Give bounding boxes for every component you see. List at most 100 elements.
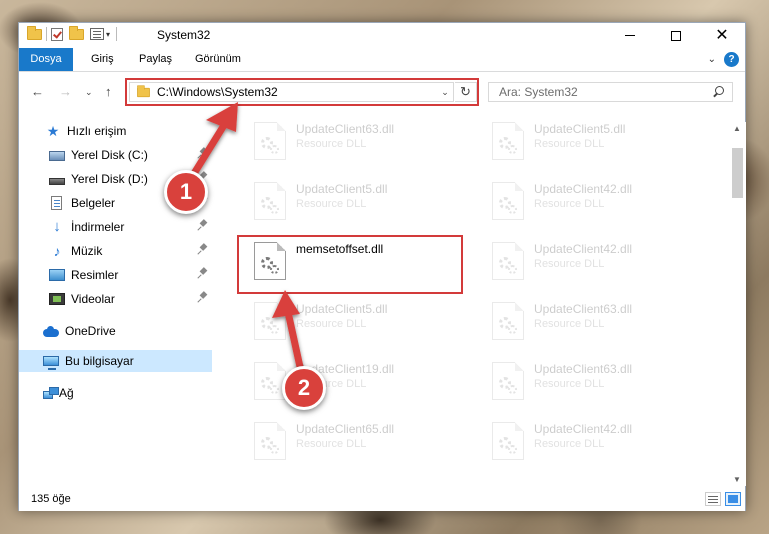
gear-icon [508, 325, 517, 334]
file-name: UpdateClient5.dll [296, 302, 388, 316]
sidebar-item-label: OneDrive [65, 324, 116, 338]
gear-icon [508, 445, 517, 454]
sidebar-item-label: Bu bilgisayar [65, 354, 134, 368]
list-item[interactable]: UpdateClient5.dll Resource DLL [248, 178, 478, 228]
search-icon[interactable] [710, 84, 726, 100]
pin-icon[interactable] [198, 244, 208, 256]
quick-access-toolbar: ▾ [27, 25, 121, 41]
sidebar-item-label: Belgeler [71, 196, 116, 210]
sidebar-item-label: İndirmeler [71, 220, 125, 234]
properties-check-icon[interactable] [51, 27, 63, 41]
sidebar-item-onedrive[interactable]: OneDrive [19, 320, 212, 342]
file-description: Resource DLL [296, 438, 367, 450]
up-arrow-icon[interactable]: ↑ [105, 84, 112, 99]
list-item[interactable]: UpdateClient42.dll Resource DLL [486, 178, 716, 228]
large-icons-view-icon[interactable] [725, 492, 741, 506]
toolbar-divider [46, 27, 47, 41]
dll-file-icon [254, 122, 286, 160]
dll-file-icon [492, 122, 524, 160]
pin-icon[interactable] [198, 148, 208, 160]
recent-locations-icon[interactable]: ⌄ [85, 87, 93, 98]
dll-file-icon [492, 302, 524, 340]
customize-toolbar-icon[interactable] [90, 28, 104, 40]
sidebar-item-music[interactable]: ♪ Müzik [19, 240, 212, 262]
ribbon-tabs: Dosya Giriş Paylaş Görünüm ⌄ ? [19, 48, 745, 72]
list-item[interactable]: UpdateClient5.dll Resource DLL [486, 118, 716, 168]
gear-icon [270, 325, 279, 334]
close-button[interactable]: ✕ [699, 23, 745, 48]
minimize-button[interactable] [607, 23, 653, 48]
dll-file-icon [492, 182, 524, 220]
title-bar: ▾ System32 ✕ [19, 23, 745, 48]
sidebar-item-this-pc[interactable]: Bu bilgisayar [19, 350, 212, 372]
view-toggle-group [705, 492, 741, 506]
sidebar-item-videos[interactable]: Videolar [19, 288, 212, 310]
expand-ribbon-icon[interactable]: ⌄ [708, 54, 716, 65]
pin-icon[interactable] [198, 268, 208, 280]
list-item[interactable]: UpdateClient63.dll Resource DLL [248, 118, 478, 168]
status-bar: 135 öğe [19, 488, 745, 511]
maximize-button[interactable] [653, 23, 699, 48]
file-name: UpdateClient5.dll [534, 122, 626, 136]
list-item[interactable]: UpdateClient63.dll Resource DLL [486, 298, 716, 348]
sidebar-item-label: Hızlı erişim [67, 124, 127, 138]
tab-file[interactable]: Dosya [19, 48, 73, 71]
gear-icon [508, 385, 517, 394]
file-description: Resource DLL [534, 198, 605, 210]
tab-view[interactable]: Görünüm [185, 48, 251, 71]
minimize-icon [625, 35, 635, 36]
file-description: Resource DLL [534, 258, 605, 270]
list-item[interactable]: UpdateClient5.dll Resource DLL [248, 298, 478, 348]
forward-arrow-icon[interactable]: → [59, 84, 72, 99]
toolbar-dropdown-icon[interactable]: ▾ [106, 30, 110, 39]
file-name: UpdateClient42.dll [534, 422, 633, 436]
search-box[interactable]: Ara: System32 [488, 82, 733, 102]
window-title: System32 [157, 28, 211, 42]
file-description: Resource DLL [296, 318, 367, 330]
cloud-icon [43, 325, 59, 337]
list-item[interactable]: UpdateClient65.dll Resource DLL [248, 418, 478, 468]
scroll-up-icon[interactable]: ▲ [733, 124, 741, 133]
sidebar-item-pictures[interactable]: Resimler [19, 264, 212, 286]
sidebar-item-disk-c[interactable]: Yerel Disk (C:) [19, 144, 212, 166]
pin-icon[interactable] [198, 292, 208, 304]
scrollbar-thumb[interactable] [732, 148, 743, 198]
sidebar-item-label: Yerel Disk (D:) [71, 172, 148, 186]
list-item[interactable]: UpdateClient42.dll Resource DLL [486, 418, 716, 468]
document-icon [51, 196, 62, 210]
sidebar-item-downloads[interactable]: ↓ İndirmeler [19, 216, 212, 238]
sidebar-item-network[interactable]: Ağ [19, 382, 212, 404]
list-item[interactable]: UpdateClient63.dll Resource DLL [486, 358, 716, 408]
file-list: UpdateClient63.dll Resource DLL UpdateCl… [232, 116, 728, 486]
file-name: UpdateClient42.dll [534, 182, 633, 196]
gear-icon [508, 205, 517, 214]
tab-home[interactable]: Giriş [81, 48, 124, 71]
help-icon[interactable]: ? [724, 52, 739, 67]
file-description: Resource DLL [534, 438, 605, 450]
search-placeholder[interactable]: Ara: System32 [499, 85, 710, 99]
close-icon: ✕ [715, 26, 729, 44]
back-arrow-icon[interactable]: ← [31, 84, 44, 99]
gear-icon [270, 385, 279, 394]
file-name: UpdateClient63.dll [296, 122, 395, 136]
dll-file-icon [492, 242, 524, 280]
vertical-scrollbar[interactable]: ▲ ▼ [729, 122, 746, 486]
list-item[interactable]: UpdateClient42.dll Resource DLL [486, 238, 716, 288]
sidebar-item-quick-access[interactable]: ★ Hızlı erişim [19, 120, 212, 142]
maximize-icon [671, 30, 681, 41]
pin-icon[interactable] [198, 220, 208, 232]
tab-share[interactable]: Paylaş [129, 48, 182, 71]
sidebar-item-label: Resimler [71, 268, 119, 282]
dll-file-icon [254, 182, 286, 220]
network-icon [43, 386, 59, 399]
dll-file-icon [254, 302, 286, 340]
download-icon: ↓ [53, 218, 61, 235]
scroll-down-icon[interactable]: ▼ [733, 475, 741, 484]
gear-icon [270, 145, 279, 154]
details-view-icon[interactable] [705, 492, 721, 506]
computer-icon [43, 356, 59, 370]
disk-icon [49, 178, 65, 185]
dll-file-icon [492, 362, 524, 400]
new-folder-icon[interactable] [69, 25, 84, 40]
sidebar-item-label: Müzik [71, 244, 103, 258]
